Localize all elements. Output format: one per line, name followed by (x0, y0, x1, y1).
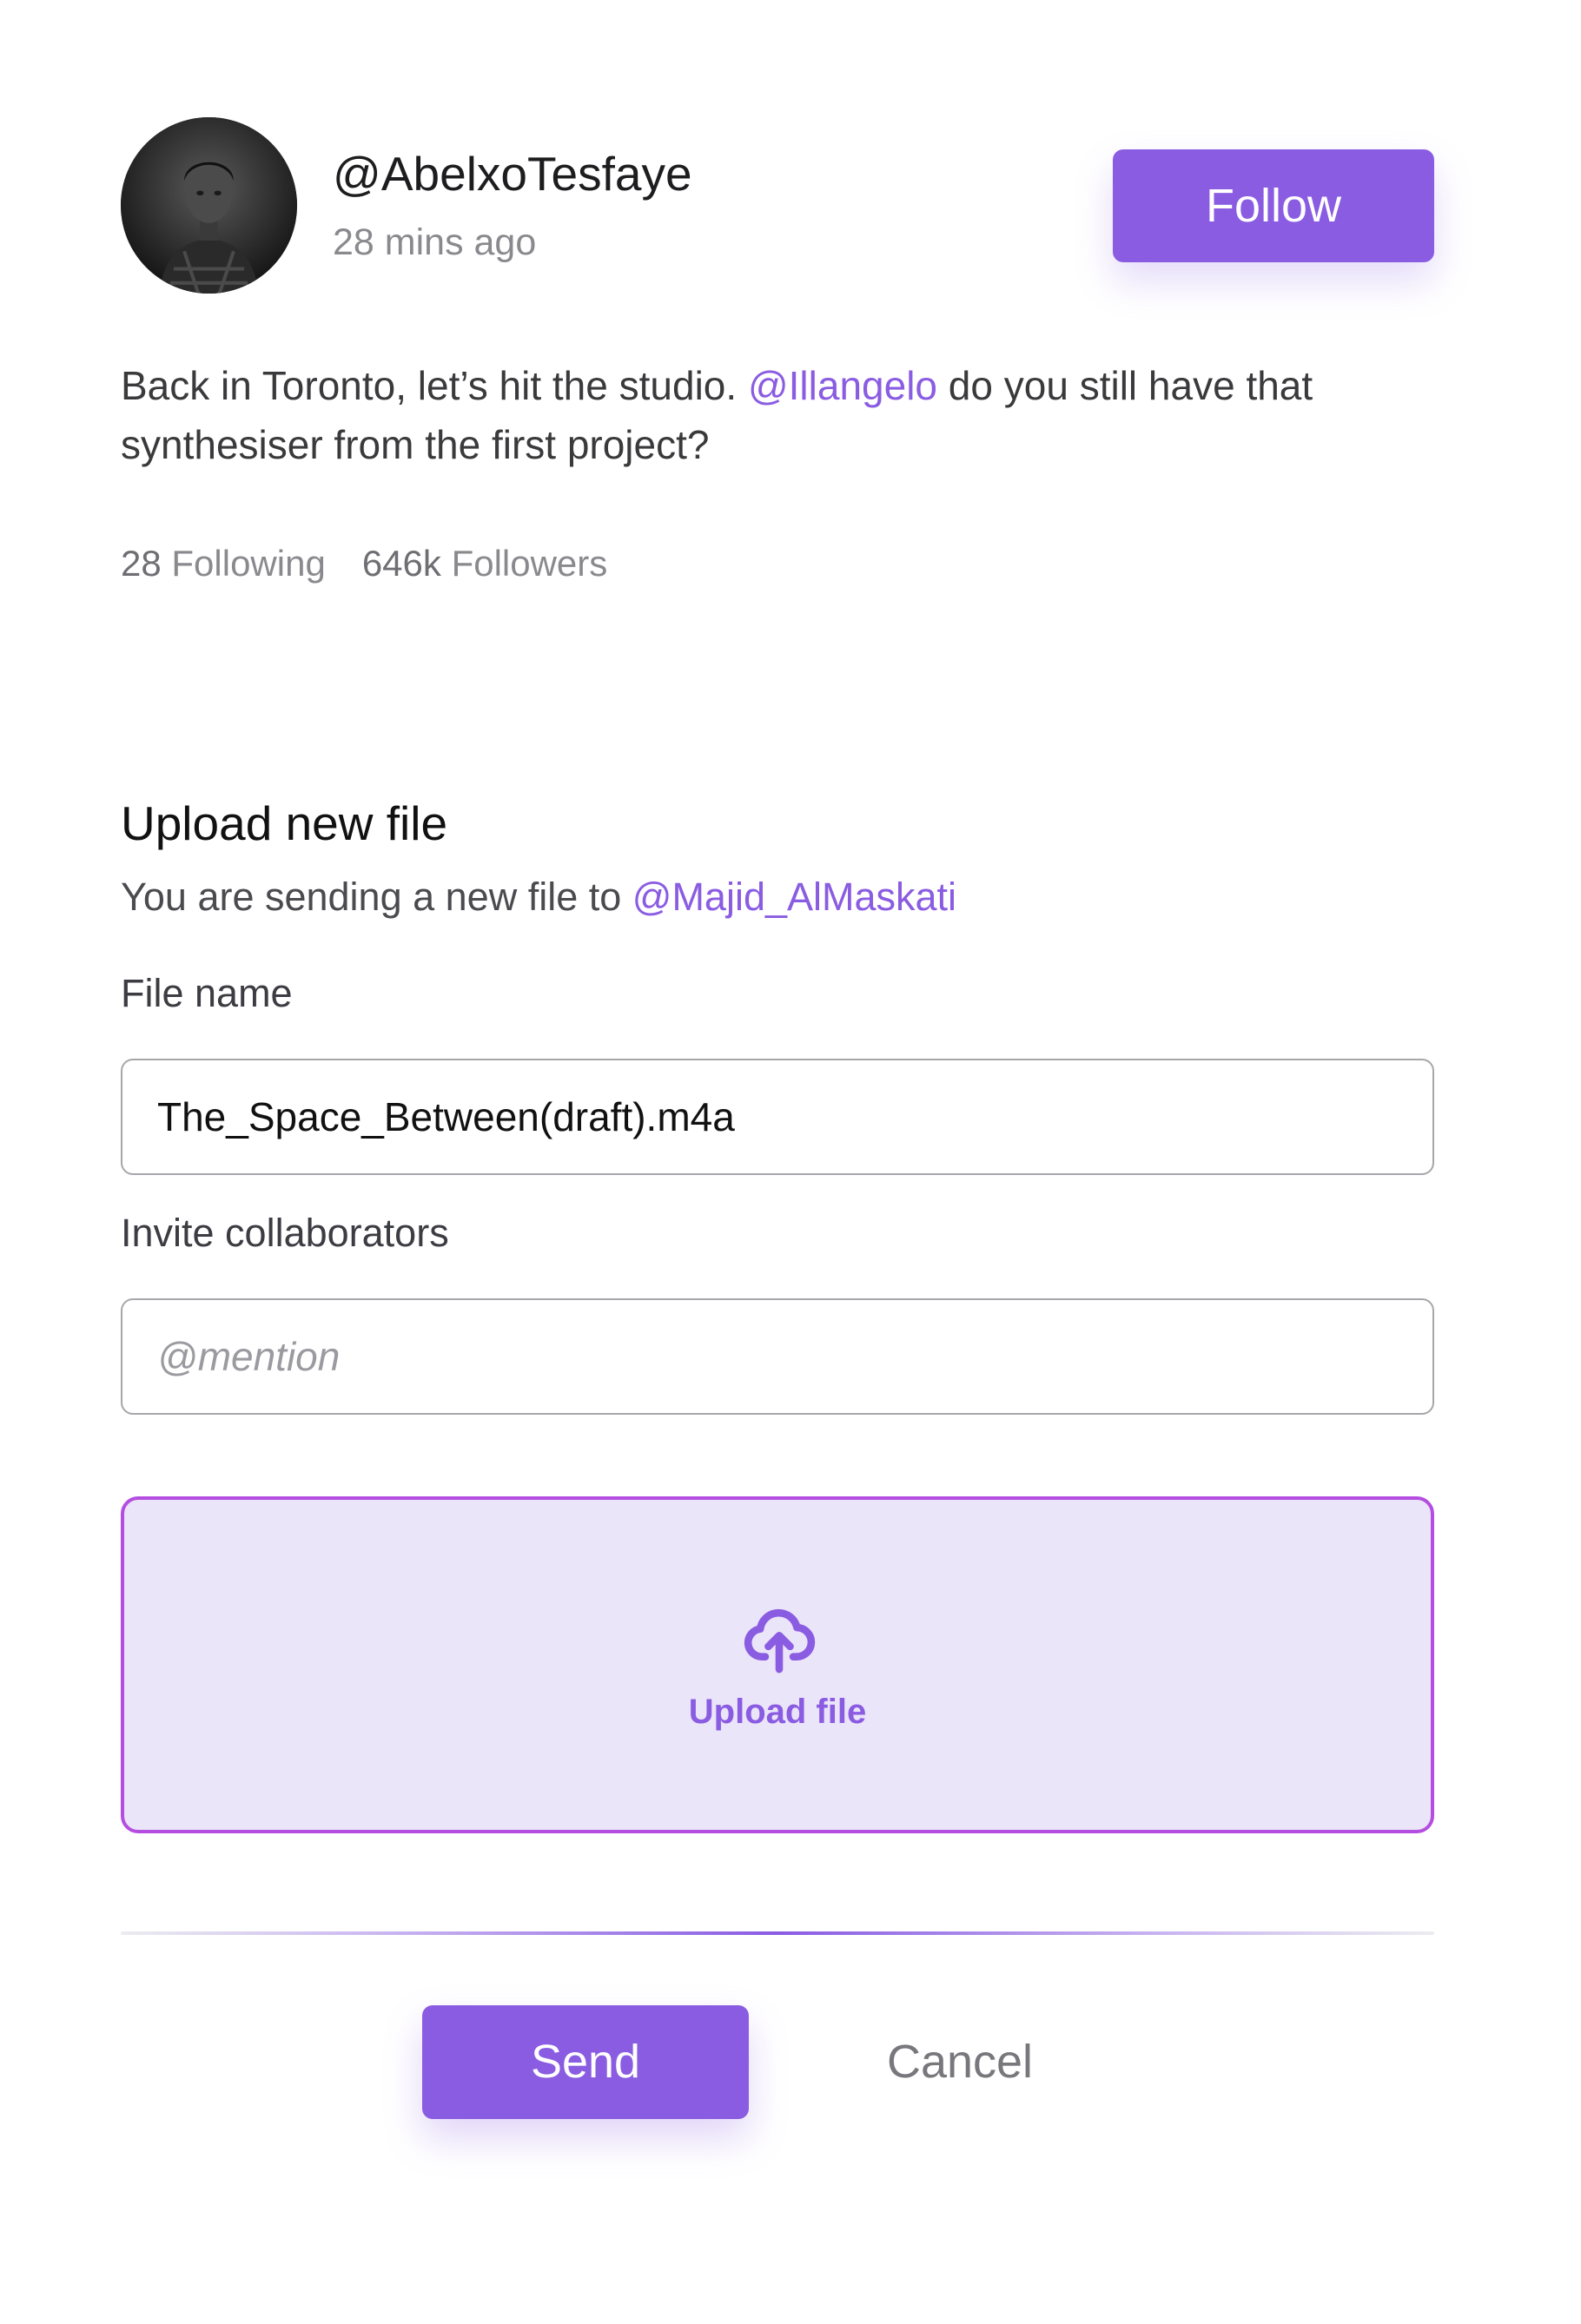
follow-stats: 28 Following 646k Followers (121, 542, 607, 585)
post-mention-link[interactable]: @Illangelo (748, 363, 937, 408)
followers-label: Followers (451, 543, 608, 584)
following-label: Following (171, 543, 326, 584)
send-button[interactable]: Send (422, 2005, 749, 2119)
invite-collaborators-label: Invite collaborators (121, 1211, 449, 1255)
post-text: Back in Toronto, let’s hit the studio. (121, 363, 748, 408)
cloud-upload-icon (744, 1608, 816, 1674)
avatar-photo (121, 117, 297, 294)
following-stat[interactable]: 28 Following (121, 543, 326, 584)
post-timestamp: 28 mins ago (333, 221, 537, 263)
avatar[interactable] (121, 117, 297, 294)
upload-file-label: Upload file (688, 1693, 867, 1731)
post-username[interactable]: @AbelxoTesfaye (333, 148, 692, 200)
cancel-button[interactable]: Cancel (834, 2005, 1086, 2119)
followers-stat[interactable]: 646k Followers (362, 543, 607, 584)
file-name-label: File name (121, 971, 293, 1015)
post-body: Back in Toronto, let’s hit the studio. @… (121, 356, 1441, 474)
following-count: 28 (121, 543, 162, 584)
upload-title: Upload new file (121, 796, 448, 850)
recipient-mention-link[interactable]: @Majid_AlMaskati (632, 875, 956, 919)
file-name-input[interactable] (121, 1059, 1434, 1175)
collaborators-input[interactable] (121, 1298, 1434, 1415)
followers-count: 646k (361, 543, 441, 584)
upload-subtitle-text: You are sending a new file to (121, 875, 632, 919)
section-divider (121, 1931, 1434, 1935)
upload-subtitle: You are sending a new file to @Majid_AlM… (121, 873, 956, 921)
follow-button[interactable]: Follow (1113, 149, 1434, 262)
upload-dropzone[interactable]: Upload file (121, 1496, 1434, 1833)
